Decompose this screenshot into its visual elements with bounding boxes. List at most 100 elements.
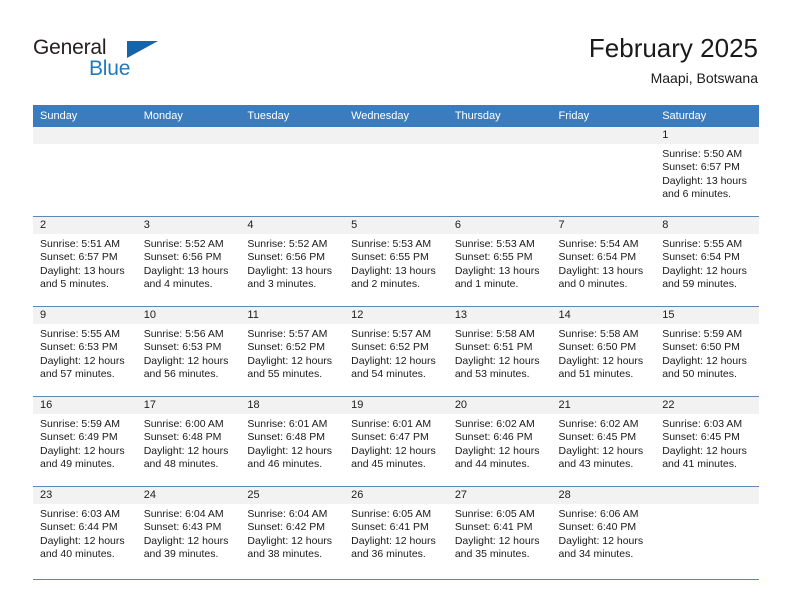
- calendar-day-number: 16: [33, 397, 137, 414]
- calendar-cell-inner: 26 Sunrise: 6:05 AM Sunset: 6:41 PM Dayligh…: [344, 487, 448, 576]
- calendar-day-details: Sunrise: 6:04 AM Sunset: 6:42 PM Daylight:…: [240, 504, 344, 562]
- logo-text-blue: Blue: [89, 57, 131, 80]
- calendar-day-cell[interactable]: 12 Sunrise: 5:57 AM Sunset: 6:52 PM Dayligh…: [344, 306, 448, 397]
- calendar-day-number: 19: [344, 397, 448, 414]
- daylight-text: Daylight: 12 hours and 41 minutes.: [662, 444, 747, 471]
- calendar-day-cell[interactable]: 18 Sunrise: 6:01 AM Sunset: 6:48 PM Dayligh…: [240, 396, 345, 487]
- sunset-text: Sunset: 6:46 PM: [454, 431, 533, 444]
- sunset-text: Sunset: 6:54 PM: [558, 251, 637, 264]
- calendar-cell-inner: 25 Sunrise: 6:04 AM Sunset: 6:42 PM Dayligh…: [240, 487, 345, 576]
- calendar-day-details: Sunrise: 5:52 AM Sunset: 6:56 PM Daylight:…: [137, 234, 241, 292]
- calendar-cell-inner: 23 Sunrise: 6:03 AM Sunset: 6:44 PM Dayligh…: [33, 487, 137, 576]
- calendar-bottom-rule: [33, 579, 759, 580]
- daylight-text: Daylight: 13 hours and 4 minutes.: [143, 264, 229, 291]
- calendar-day-number: 26: [344, 487, 448, 504]
- calendar-day-number: [136, 127, 241, 144]
- weekday-header-wednesday: Wednesday: [344, 105, 448, 127]
- calendar-day-details: Sunrise: 6:06 AM Sunset: 6:40 PM Daylight:…: [552, 504, 656, 562]
- sunrise-text: Sunrise: 5:51 AM: [40, 238, 120, 250]
- daylight-text: Daylight: 13 hours and 2 minutes.: [351, 264, 436, 291]
- calendar-cell-inner: 1 Sunrise: 5:50 AM Sunset: 6:57 PM Daylight…: [655, 127, 759, 216]
- calendar-day-cell[interactable]: 16 Sunrise: 5:59 AM Sunset: 6:49 PM Dayligh…: [33, 396, 137, 487]
- daylight-text: Daylight: 12 hours and 46 minutes.: [247, 444, 333, 471]
- calendar-page: General Blue February 2025 Maapi, Botswa…: [0, 0, 792, 612]
- sunset-text: Sunset: 6:50 PM: [558, 341, 637, 354]
- calendar-day-number: 24: [136, 487, 241, 504]
- calendar-day-cell[interactable]: 9 Sunrise: 5:55 AM Sunset: 6:53 PM Daylight…: [33, 306, 137, 397]
- daylight-text: Daylight: 12 hours and 48 minutes.: [143, 444, 229, 471]
- sunrise-text: Sunrise: 5:57 AM: [351, 328, 432, 340]
- calendar-day-cell[interactable]: 8 Sunrise: 5:55 AM Sunset: 6:54 PM Daylight…: [655, 216, 759, 307]
- calendar-day-cell[interactable]: 28 Sunrise: 6:06 AM Sunset: 6:40 PM Dayligh…: [551, 486, 656, 576]
- calendar-day-cell[interactable]: 4 Sunrise: 5:52 AM Sunset: 6:56 PM Daylight…: [240, 216, 345, 307]
- sunrise-text: Sunrise: 6:06 AM: [558, 508, 639, 520]
- calendar-cell-inner: 12 Sunrise: 5:57 AM Sunset: 6:52 PM Dayligh…: [344, 307, 448, 396]
- sunset-text: Sunset: 6:54 PM: [662, 251, 740, 264]
- calendar-cell-inner: 21 Sunrise: 6:02 AM Sunset: 6:45 PM Dayligh…: [551, 397, 656, 486]
- calendar-day-cell[interactable]: 11 Sunrise: 5:57 AM Sunset: 6:52 PM Dayligh…: [240, 306, 345, 397]
- general-blue-logo[interactable]: General Blue: [33, 36, 213, 84]
- calendar-day-details: Sunrise: 5:53 AM Sunset: 6:55 PM Daylight:…: [448, 234, 552, 292]
- calendar-cell-inner: 3 Sunrise: 5:52 AM Sunset: 6:56 PM Daylight…: [136, 217, 241, 306]
- calendar-day-cell[interactable]: 7 Sunrise: 5:54 AM Sunset: 6:54 PM Daylight…: [551, 216, 656, 307]
- calendar-day-cell[interactable]: 27 Sunrise: 6:05 AM Sunset: 6:41 PM Dayligh…: [447, 486, 552, 576]
- calendar-day-cell[interactable]: 20 Sunrise: 6:02 AM Sunset: 6:46 PM Dayligh…: [447, 396, 552, 487]
- daylight-text: Daylight: 12 hours and 39 minutes.: [143, 534, 229, 561]
- calendar-day-cell[interactable]: 10 Sunrise: 5:56 AM Sunset: 6:53 PM Dayligh…: [136, 306, 241, 397]
- page-subtitle: Maapi, Botswana: [650, 70, 758, 86]
- calendar-cell-inner: [240, 127, 345, 216]
- calendar-day-cell[interactable]: 25 Sunrise: 6:04 AM Sunset: 6:42 PM Dayligh…: [240, 486, 345, 576]
- daylight-text: Daylight: 12 hours and 53 minutes.: [454, 354, 540, 381]
- calendar-head: Sunday Monday Tuesday Wednesday Thursday…: [33, 105, 759, 127]
- calendar-day-details: Sunrise: 6:05 AM Sunset: 6:41 PM Daylight:…: [448, 504, 552, 562]
- calendar-empty-cell: [240, 127, 345, 217]
- calendar-day-cell[interactable]: 26 Sunrise: 6:05 AM Sunset: 6:41 PM Dayligh…: [344, 486, 448, 576]
- calendar-day-cell[interactable]: 24 Sunrise: 6:04 AM Sunset: 6:43 PM Dayligh…: [136, 486, 241, 576]
- calendar-day-number: [655, 487, 759, 504]
- sunset-text: Sunset: 6:55 PM: [351, 251, 429, 264]
- calendar-day-details: Sunrise: 6:01 AM Sunset: 6:47 PM Daylight:…: [344, 414, 448, 472]
- sunrise-text: Sunrise: 5:58 AM: [558, 328, 639, 340]
- sunset-text: Sunset: 6:49 PM: [40, 431, 118, 444]
- calendar-day-cell[interactable]: 17 Sunrise: 6:00 AM Sunset: 6:48 PM Dayligh…: [136, 396, 241, 487]
- calendar-empty-cell: [33, 127, 137, 217]
- calendar-cell-inner: 27 Sunrise: 6:05 AM Sunset: 6:41 PM Dayligh…: [447, 487, 552, 576]
- sunset-text: Sunset: 6:44 PM: [40, 521, 118, 534]
- calendar-body: 1 Sunrise: 5:50 AM Sunset: 6:57 PM Daylight…: [33, 127, 759, 576]
- calendar-day-cell[interactable]: 1 Sunrise: 5:50 AM Sunset: 6:57 PM Daylight…: [655, 127, 759, 217]
- calendar-day-cell[interactable]: 15 Sunrise: 5:59 AM Sunset: 6:50 PM Dayligh…: [655, 306, 759, 397]
- calendar-day-cell[interactable]: 2 Sunrise: 5:51 AM Sunset: 6:57 PM Daylight…: [33, 216, 137, 307]
- calendar-day-details: Sunrise: 5:55 AM Sunset: 6:53 PM Daylight:…: [33, 324, 137, 382]
- sunset-text: Sunset: 6:53 PM: [40, 341, 118, 354]
- sunset-text: Sunset: 6:41 PM: [351, 521, 429, 534]
- calendar-day-cell[interactable]: 21 Sunrise: 6:02 AM Sunset: 6:45 PM Dayligh…: [551, 396, 656, 487]
- calendar-cell-inner: 15 Sunrise: 5:59 AM Sunset: 6:50 PM Dayligh…: [655, 307, 759, 396]
- sunrise-text: Sunrise: 5:58 AM: [454, 328, 535, 340]
- calendar-day-number: 2: [33, 217, 137, 234]
- calendar-day-number: 22: [655, 397, 759, 414]
- daylight-text: Daylight: 12 hours and 50 minutes.: [662, 354, 747, 381]
- calendar-day-cell[interactable]: 23 Sunrise: 6:03 AM Sunset: 6:44 PM Dayligh…: [33, 486, 137, 576]
- calendar-day-cell[interactable]: 5 Sunrise: 5:53 AM Sunset: 6:55 PM Daylight…: [344, 216, 448, 307]
- calendar-day-cell[interactable]: 13 Sunrise: 5:58 AM Sunset: 6:51 PM Dayligh…: [447, 306, 552, 397]
- sunset-text: Sunset: 6:50 PM: [662, 341, 740, 354]
- calendar-day-number: 14: [551, 307, 656, 324]
- calendar-cell-inner: 28 Sunrise: 6:06 AM Sunset: 6:40 PM Dayligh…: [551, 487, 656, 576]
- sunset-text: Sunset: 6:45 PM: [558, 431, 637, 444]
- calendar-cell-inner: 20 Sunrise: 6:02 AM Sunset: 6:46 PM Dayligh…: [447, 397, 552, 486]
- calendar-day-details: Sunrise: 6:00 AM Sunset: 6:48 PM Daylight:…: [137, 414, 241, 472]
- calendar-day-cell[interactable]: 19 Sunrise: 6:01 AM Sunset: 6:47 PM Dayligh…: [344, 396, 448, 487]
- weekday-header-row: Sunday Monday Tuesday Wednesday Thursday…: [33, 105, 759, 127]
- calendar-day-cell[interactable]: 22 Sunrise: 6:03 AM Sunset: 6:45 PM Dayligh…: [655, 396, 759, 487]
- page-title: February 2025: [588, 33, 758, 63]
- daylight-text: Daylight: 12 hours and 54 minutes.: [351, 354, 436, 381]
- sunset-text: Sunset: 6:41 PM: [454, 521, 533, 534]
- sunset-text: Sunset: 6:55 PM: [454, 251, 533, 264]
- calendar-empty-cell: [551, 127, 656, 217]
- calendar-day-cell[interactable]: 6 Sunrise: 5:53 AM Sunset: 6:55 PM Daylight…: [447, 216, 552, 307]
- calendar-day-cell[interactable]: 14 Sunrise: 5:58 AM Sunset: 6:50 PM Dayligh…: [551, 306, 656, 397]
- daylight-text: Daylight: 12 hours and 51 minutes.: [558, 354, 644, 381]
- sunrise-text: Sunrise: 6:03 AM: [40, 508, 120, 520]
- calendar-day-cell[interactable]: 3 Sunrise: 5:52 AM Sunset: 6:56 PM Daylight…: [136, 216, 241, 307]
- sunrise-text: Sunrise: 5:52 AM: [247, 238, 328, 250]
